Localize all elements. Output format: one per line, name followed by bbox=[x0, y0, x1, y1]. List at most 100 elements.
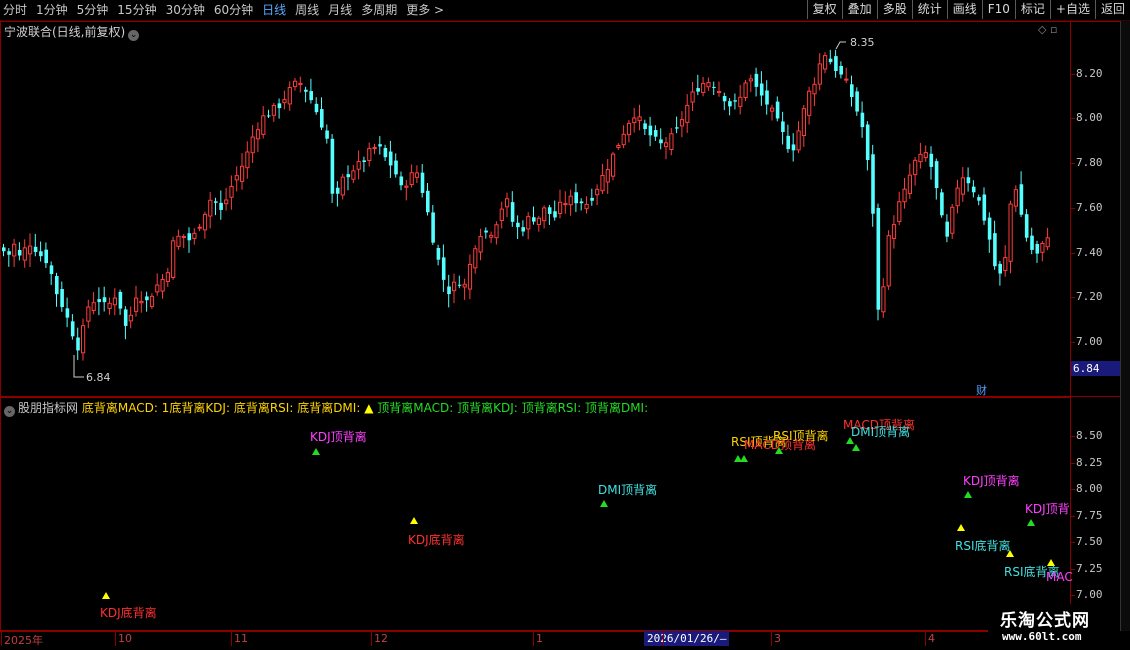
candle-up bbox=[271, 104, 276, 116]
candle-up bbox=[255, 129, 261, 140]
candle-up bbox=[171, 240, 176, 279]
candle-up bbox=[478, 236, 483, 253]
candle-up bbox=[414, 172, 420, 178]
candle-down bbox=[44, 249, 48, 264]
candle-up bbox=[134, 297, 139, 312]
candle-down bbox=[590, 197, 594, 201]
candle-up bbox=[886, 235, 891, 287]
candle-down bbox=[277, 103, 282, 109]
candle-down bbox=[33, 246, 38, 252]
date-separator bbox=[771, 632, 772, 646]
candles-group bbox=[2, 49, 1050, 361]
candle-up bbox=[1045, 237, 1050, 248]
price-tick-label: 7.60 bbox=[1076, 201, 1103, 214]
indicator-tick-mark bbox=[1071, 595, 1075, 596]
indicator-tick-mark bbox=[1071, 489, 1075, 490]
candle-up bbox=[197, 226, 202, 229]
candle-down bbox=[267, 115, 271, 117]
candle-up bbox=[558, 201, 563, 214]
candle-down bbox=[934, 161, 939, 189]
candle-down bbox=[696, 88, 700, 92]
candle-up bbox=[107, 302, 112, 309]
candle-down bbox=[55, 276, 59, 295]
candle-down bbox=[187, 233, 192, 241]
low-price-label: 6.84 bbox=[86, 371, 111, 384]
candle-up bbox=[229, 185, 234, 198]
price-tick-mark bbox=[1071, 253, 1075, 254]
candle-up bbox=[181, 235, 186, 238]
candle-down bbox=[1019, 184, 1024, 215]
price-tick-label: 7.80 bbox=[1076, 156, 1103, 169]
candle-down bbox=[362, 160, 366, 162]
indicator-tick-label: 7.00 bbox=[1076, 588, 1103, 601]
candle-up bbox=[706, 81, 711, 88]
candle-down bbox=[214, 201, 218, 203]
candle-down bbox=[653, 130, 658, 137]
date-label: 1 bbox=[536, 632, 543, 645]
date-label: 12 bbox=[374, 632, 388, 645]
candle-up bbox=[208, 199, 213, 217]
candle-down bbox=[123, 309, 128, 326]
candle-down bbox=[426, 190, 430, 213]
candle-down bbox=[49, 265, 54, 275]
signal-label: KDJ底背离 bbox=[100, 606, 157, 620]
price-tick-label: 7.00 bbox=[1076, 335, 1103, 348]
candle-down bbox=[659, 139, 663, 144]
date-separator bbox=[115, 632, 116, 646]
candle-down bbox=[871, 154, 875, 214]
candle-down bbox=[436, 248, 441, 260]
price-tick-label: 8.20 bbox=[1076, 67, 1103, 80]
candle-up bbox=[743, 82, 748, 98]
candle-up bbox=[351, 170, 356, 180]
candle-up bbox=[467, 263, 473, 290]
candle-down bbox=[521, 227, 525, 232]
price-tick-label: 7.20 bbox=[1076, 290, 1103, 303]
candle-down bbox=[998, 263, 1002, 274]
candle-up bbox=[409, 172, 414, 186]
candle-down bbox=[1024, 214, 1029, 238]
candle-up bbox=[240, 165, 245, 182]
indicator-tick-label: 8.50 bbox=[1076, 429, 1103, 442]
candle-down bbox=[39, 251, 43, 257]
price-tick-label: 8.00 bbox=[1076, 111, 1103, 124]
candle-down bbox=[993, 233, 997, 267]
signal-triangle bbox=[852, 444, 860, 451]
candle-up bbox=[960, 177, 965, 195]
candle-down bbox=[7, 251, 11, 255]
candle-down bbox=[309, 91, 313, 101]
candle-down bbox=[579, 201, 584, 204]
candle-up bbox=[913, 159, 918, 176]
candle-down bbox=[850, 84, 854, 98]
candle-up bbox=[404, 185, 409, 188]
price-tick-mark bbox=[1071, 297, 1075, 298]
candle-up bbox=[600, 174, 605, 192]
candle-up bbox=[664, 142, 669, 148]
candle-up bbox=[605, 169, 610, 183]
date-separator bbox=[925, 632, 926, 646]
candle-up bbox=[340, 176, 345, 196]
candle-down bbox=[876, 207, 881, 310]
candle-up bbox=[462, 283, 467, 288]
price-tick-mark bbox=[1071, 118, 1075, 119]
candle-down bbox=[547, 207, 552, 214]
candle-up bbox=[1008, 203, 1013, 262]
indicator-tick-label: 7.50 bbox=[1076, 535, 1103, 548]
candle-up bbox=[22, 247, 27, 261]
signal-label: RSI底背离 bbox=[955, 539, 1011, 553]
candle-up bbox=[112, 297, 118, 306]
candle-up bbox=[536, 217, 541, 225]
candle-down bbox=[532, 217, 536, 222]
candle-down bbox=[219, 202, 223, 210]
candle-up bbox=[28, 245, 33, 255]
signal-label: MAC bbox=[1046, 570, 1073, 584]
candle-up bbox=[626, 122, 632, 136]
candle-up bbox=[356, 161, 361, 170]
candle-up bbox=[568, 195, 573, 206]
candle-up bbox=[261, 115, 266, 135]
price-tick-mark bbox=[1071, 163, 1075, 164]
signal-triangle bbox=[1027, 519, 1035, 526]
candle-down bbox=[70, 321, 75, 337]
candle-up bbox=[701, 82, 706, 93]
candle-up bbox=[91, 302, 96, 312]
candle-up bbox=[801, 108, 806, 136]
